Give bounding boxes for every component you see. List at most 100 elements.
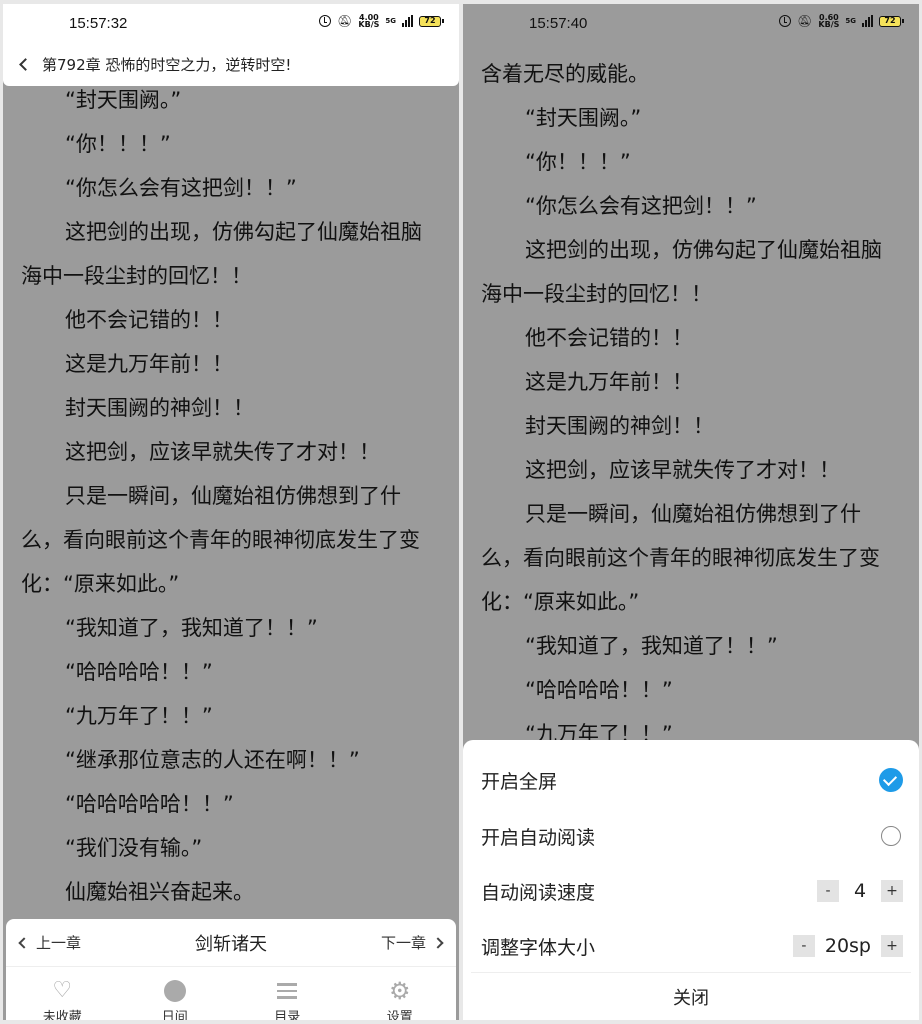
speed-value: 4 [853,880,867,902]
reader-line: “哈哈哈哈！！” [65,660,213,684]
signal-icon [862,15,873,27]
alarm-icon [779,15,792,27]
battery-icon: 72 [419,15,444,27]
tab-catalog[interactable]: 目录 [247,979,327,1020]
reader-line: 化：“原来如此。” [481,590,640,614]
mute-bell-icon: 🔕︎ [797,14,813,28]
speed-unit: KB/S [358,20,380,29]
chapter-title: 第792章 恐怖的时空之力，逆转时空! [42,55,292,74]
speed-stepper: - 4 + [817,880,903,902]
next-chapter-button[interactable]: 下一章 [380,932,444,953]
back-icon[interactable] [19,57,32,71]
reader-line: 只是一瞬间，仙魔始祖仿佛想到了什 [525,502,861,526]
reader-line: “我知道了，我知道了！！” [525,634,778,658]
reader-line: “封天围阙。” [525,106,642,130]
reader-line: 封天围阙的神剑！！ [525,414,714,438]
network-type: 5G [845,16,856,25]
settings-panel: 开启全屏 开启自动阅读 自动阅读速度 - 4 + 调整字体大小 - 20sp +… [463,740,919,1020]
day-mode-icon [163,980,186,1002]
heart-icon: ♡ [52,978,73,1003]
chapter-header: 第792章 恐怖的时空之力，逆转时空! [3,42,459,86]
fullscreen-row[interactable]: 开启全屏 [481,752,903,808]
fontsize-row: 调整字体大小 - 20sp + [481,918,903,974]
reader-line: “我们没有输。” [65,836,203,860]
fullscreen-label: 开启全屏 [481,770,558,793]
reader-line: 么，看向眼前这个青年的眼神彻底发生了变 [21,528,420,552]
list-icon [277,983,298,999]
gear-icon: ⚙ [388,977,411,1005]
left-screen: “封天围阙。” “你！！！” “你怎么会有这把剑！！” 这把剑的出现，仿佛勾起了… [3,4,459,1020]
chapter-nav: 上一章 剑斩诸天 下一章 [6,919,456,967]
speed-unit: KB/S [818,20,840,29]
reader-line: 含着无尽的威能。 [481,62,649,86]
status-time: 15:57:40 [529,15,588,32]
tab-label: 未收藏 [42,1010,82,1020]
book-title: 剑斩诸天 [195,933,267,955]
fontsize-decrease-button[interactable]: - [792,935,815,957]
reader-line: 封天围阙的神剑！！ [65,396,254,420]
reader-line: “你怎么会有这把剑！！” [525,194,757,218]
reader-line: 这把剑的出现，仿佛勾起了仙魔始祖脑 [525,238,882,262]
reader-content: “封天围阙。” “你！！！” “你怎么会有这把剑！！” 这把剑的出现，仿佛勾起了… [21,78,441,914]
reader-line: 海中一段尘封的回忆！！ [481,282,712,306]
reader-line: 这是九万年前！！ [65,352,233,376]
reader-content: 含着无尽的威能。 “封天围阙。” “你！！！” “你怎么会有这把剑！！” 这把剑… [481,52,901,756]
fontsize-increase-button[interactable]: + [881,935,903,957]
fontsize-value: 20sp [824,935,871,957]
reader-line: 这把剑，应该早就失传了才对！！ [525,458,840,482]
status-icons: 🔕︎ 0.60 KB/S 5G 72 [779,14,904,29]
tab-label: 日间 [161,1010,188,1020]
battery-icon: 72 [879,15,904,27]
reader-line: 这把剑的出现，仿佛勾起了仙魔始祖脑 [65,220,422,244]
reader-line: “哈哈哈哈！！” [525,678,673,702]
reader-line: 只是一瞬间，仙魔始祖仿佛想到了什 [65,484,401,508]
tab-day-mode[interactable]: 日间 [135,979,215,1020]
prev-chapter-button[interactable]: 上一章 [18,932,82,953]
alarm-icon [319,15,332,27]
radio-circle-icon[interactable] [881,826,901,846]
autoread-speed-label: 自动阅读速度 [481,881,596,904]
reader-line: “你怎么会有这把剑！！” [65,176,297,200]
chevron-left-icon [18,936,30,949]
check-circle-icon[interactable] [879,768,903,792]
reader-line: 海中一段尘封的回忆！！ [21,264,252,288]
signal-icon [402,15,413,27]
status-bar: 15:57:32 🔕︎ 4.00 KB/S 5G 72 [3,4,459,42]
status-time: 15:57:32 [69,15,128,32]
prev-chapter-label: 上一章 [36,934,82,952]
reader-line: 么，看向眼前这个青年的眼神彻底发生了变 [481,546,880,570]
fontsize-label: 调整字体大小 [481,936,596,959]
reader-line: 他不会记错的！！ [65,308,233,332]
autoread-label: 开启自动阅读 [481,826,596,849]
reader-line: 这是九万年前！！ [525,370,693,394]
right-screen: 含着无尽的威能。 “封天围阙。” “你！！！” “你怎么会有这把剑！！” 这把剑… [463,4,919,1020]
tab-label: 目录 [274,1010,301,1020]
reader-line: “你！！！” [65,132,171,156]
speed-decrease-button[interactable]: - [817,880,839,902]
close-button[interactable]: 关闭 [471,972,911,1020]
tab-favorite[interactable]: ♡ 未收藏 [22,978,102,1021]
reader-line: 仙魔始祖兴奋起来。 [65,880,254,904]
reader-line: “你！！！” [525,150,631,174]
next-chapter-label: 下一章 [380,934,426,952]
reader-bottom-bar: 上一章 剑斩诸天 下一章 ♡ 未收藏 日间 目录 ⚙ 设置 [6,919,456,1020]
autoread-row[interactable]: 开启自动阅读 [481,808,903,864]
chevron-right-icon [432,936,444,949]
tab-settings[interactable]: ⚙ 设置 [360,979,440,1020]
reader-line: 他不会记错的！！ [525,326,693,350]
reader-line: “九万年了！！” [65,704,213,728]
reader-line: “我知道了，我知道了！！” [65,616,318,640]
reader-line: 化：“原来如此。” [21,572,180,596]
tab-label: 设置 [386,1010,413,1020]
fontsize-stepper: - 20sp + [792,935,903,957]
network-speed: 0.60 KB/S [818,14,840,29]
network-speed: 4.00 KB/S [358,14,380,29]
speed-increase-button[interactable]: + [881,880,903,902]
reader-line: 这把剑，应该早就失传了才对！！ [65,440,380,464]
status-icons: 🔕︎ 4.00 KB/S 5G 72 [319,14,444,29]
network-type: 5G [385,16,396,25]
reader-line: “哈哈哈哈哈！！” [65,792,234,816]
autoread-speed-row: 自动阅读速度 - 4 + [481,863,903,919]
reader-line: “继承那位意志的人还在啊！！” [65,748,360,772]
mute-bell-icon: 🔕︎ [337,14,353,28]
